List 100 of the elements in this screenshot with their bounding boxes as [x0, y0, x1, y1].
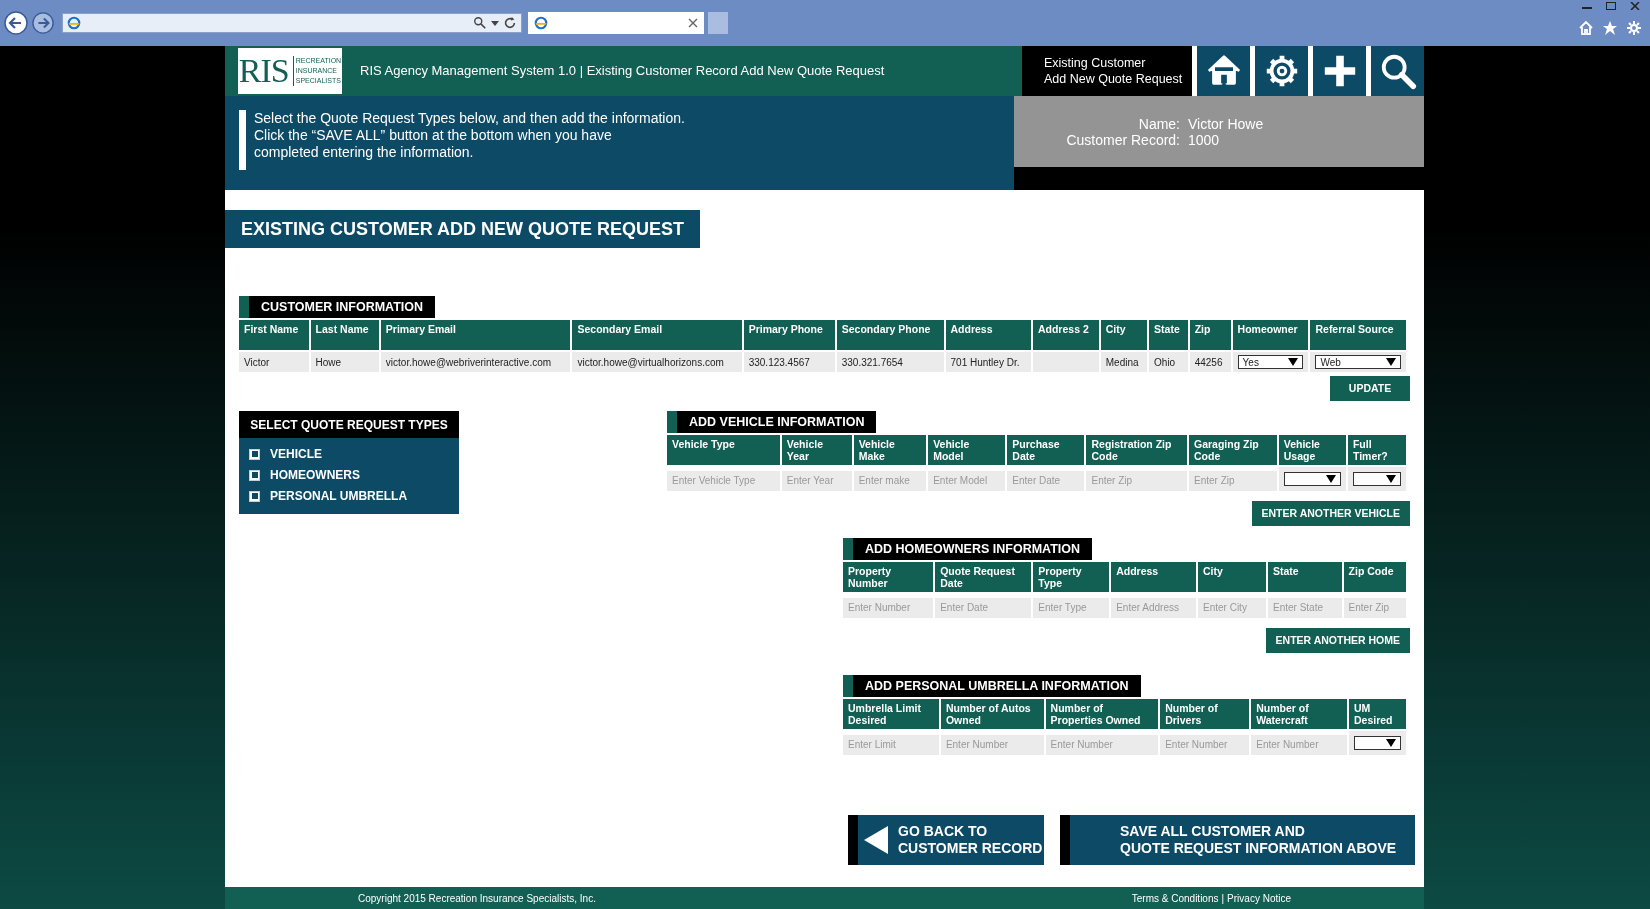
column-header: Garaging Zip Code: [1188, 435, 1277, 465]
column-header: Umbrella Limit Desired: [843, 699, 939, 729]
input-field[interactable]: Enter Zip: [1086, 470, 1187, 491]
nav-button[interactable]: [1313, 46, 1366, 96]
column-header: Registration Zip Code: [1086, 435, 1187, 465]
input-field[interactable]: Enter State: [1268, 597, 1342, 618]
checkbox[interactable]: [249, 448, 260, 460]
column-header: Secondary Email: [572, 320, 742, 350]
input-field[interactable]: Enter Number: [1251, 734, 1347, 755]
instruction-text: Click the “SAVE ALL” button at the bottom when you have: [254, 127, 613, 144]
dropdown[interactable]: Web: [1315, 355, 1401, 369]
search-icon[interactable]: [473, 16, 487, 30]
column-header: Last Name: [310, 320, 379, 350]
nav-button[interactable]: [1197, 46, 1250, 96]
checkbox[interactable]: [249, 490, 260, 502]
input-field[interactable]: Enter Number: [843, 597, 934, 618]
maximize-icon[interactable]: [1606, 2, 1616, 10]
nav-button[interactable]: [1255, 46, 1308, 96]
input-field[interactable]: Enter Date: [1007, 470, 1085, 491]
checkbox[interactable]: [249, 469, 260, 481]
copyright-text: Copyright 2015 Recreation Insurance Specialists, Inc.: [358, 891, 596, 906]
table-cell: Medina: [1100, 352, 1148, 372]
input-field[interactable]: Enter Date: [935, 597, 1032, 618]
action-button[interactable]: GO BACK TO CUSTOMER RECORD: [848, 815, 1044, 865]
title-accent: [843, 675, 853, 697]
field-value: Victor Howe: [1188, 115, 1264, 132]
column-header: Primary Email: [380, 320, 571, 350]
close-icon[interactable]: [688, 18, 698, 28]
input-field[interactable]: Enter Type: [1033, 597, 1110, 618]
table-cell: 330.123.4567: [743, 352, 835, 372]
dropdown[interactable]: [1354, 736, 1401, 750]
column-header: Homeowner: [1232, 320, 1309, 350]
action-button[interactable]: ENTER ANOTHER VEHICLE: [1251, 501, 1410, 526]
input-field[interactable]: Enter Zip: [1343, 597, 1406, 618]
dropdown[interactable]: [1352, 472, 1401, 486]
input-field[interactable]: Enter Year: [781, 470, 852, 491]
instruction-text: completed entering the information.: [254, 144, 475, 161]
caret-icon[interactable]: [491, 19, 499, 27]
input-field[interactable]: Enter Model: [928, 470, 1006, 491]
column-header: Address: [1111, 562, 1196, 592]
dropdown[interactable]: [1283, 472, 1341, 486]
page-title: EXISTING CUSTOMER ADD NEW QUOTE REQUEST: [225, 210, 701, 248]
back-icon[interactable]: [4, 11, 28, 35]
input-field[interactable]: Enter Number: [1045, 734, 1159, 755]
action-button[interactable]: SAVE ALL CUSTOMER AND QUOTE REQUEST INFORMATION ABOVE: [1060, 815, 1415, 865]
column-header: Number of Watercraft: [1251, 699, 1347, 729]
title-accent: [843, 538, 853, 560]
column-header: First Name: [239, 320, 309, 350]
nav-button[interactable]: [1371, 46, 1424, 96]
column-header: Zip: [1189, 320, 1231, 350]
column-header: Purchase Date: [1007, 435, 1085, 465]
column-header: Referral Source: [1310, 320, 1406, 350]
input-field[interactable]: Enter Limit: [843, 734, 939, 755]
column-header: Primary Phone: [743, 320, 835, 350]
field-label: Name:: [1137, 115, 1180, 132]
globe-icon: [67, 16, 81, 30]
caret-icon: [1386, 739, 1396, 747]
column-header: Property Number: [843, 562, 934, 592]
refresh-icon[interactable]: [503, 16, 517, 30]
caret-icon: [1386, 358, 1396, 366]
column-header: Zip Code: [1343, 562, 1406, 592]
dropdown[interactable]: Yes: [1237, 355, 1304, 369]
close-icon[interactable]: [1630, 2, 1640, 10]
star-icon[interactable]: [1602, 20, 1618, 36]
title-accent: [667, 411, 677, 433]
table-cell: Victor: [239, 352, 309, 372]
column-header: Property Type: [1033, 562, 1110, 592]
field-label: Customer Record:: [1065, 131, 1180, 148]
input-field[interactable]: Enter Number: [1160, 734, 1250, 755]
column-header: Vehicle Model: [928, 435, 1006, 465]
input-field[interactable]: Enter Number: [940, 734, 1044, 755]
caret-icon: [1288, 358, 1299, 366]
input-field[interactable]: Enter make: [853, 470, 927, 491]
section-title: ADD VEHICLE INFORMATION: [677, 411, 877, 433]
input-field[interactable]: Enter Vehicle Type: [667, 470, 780, 491]
panel-title: SELECT QUOTE REQUEST TYPES: [239, 411, 459, 438]
address-field[interactable]: [62, 13, 522, 33]
browser-tab[interactable]: [528, 12, 704, 34]
input-field[interactable]: Enter Address: [1111, 597, 1196, 618]
column-header: City: [1198, 562, 1266, 592]
home-icon[interactable]: [1578, 20, 1594, 36]
context-label: Add New Quote Request: [1044, 71, 1184, 87]
globe-icon: [534, 16, 548, 30]
forward-icon[interactable]: [32, 12, 54, 34]
checkbox-label: PERSONAL UMBRELLA: [270, 488, 408, 505]
footer-link[interactable]: Privacy Notice: [1227, 890, 1291, 906]
caret-icon: [1386, 475, 1396, 483]
checkbox-label: HOMEOWNERS: [270, 467, 360, 484]
action-button[interactable]: UPDATE: [1330, 376, 1410, 401]
column-header: UM Desired: [1349, 699, 1406, 729]
column-header: State: [1268, 562, 1342, 592]
input-field[interactable]: Enter City: [1198, 597, 1266, 618]
settings-icon[interactable]: [1626, 20, 1642, 36]
table-cell: Howe: [310, 352, 379, 372]
caret-icon: [1325, 475, 1336, 483]
input-field[interactable]: Enter Zip: [1188, 470, 1277, 491]
footer-link[interactable]: Terms & Conditions: [1131, 890, 1219, 906]
column-header: Address 2: [1032, 320, 1099, 350]
action-button[interactable]: ENTER ANOTHER HOME: [1265, 628, 1410, 653]
column-header: Number of Properties Owned: [1045, 699, 1159, 729]
